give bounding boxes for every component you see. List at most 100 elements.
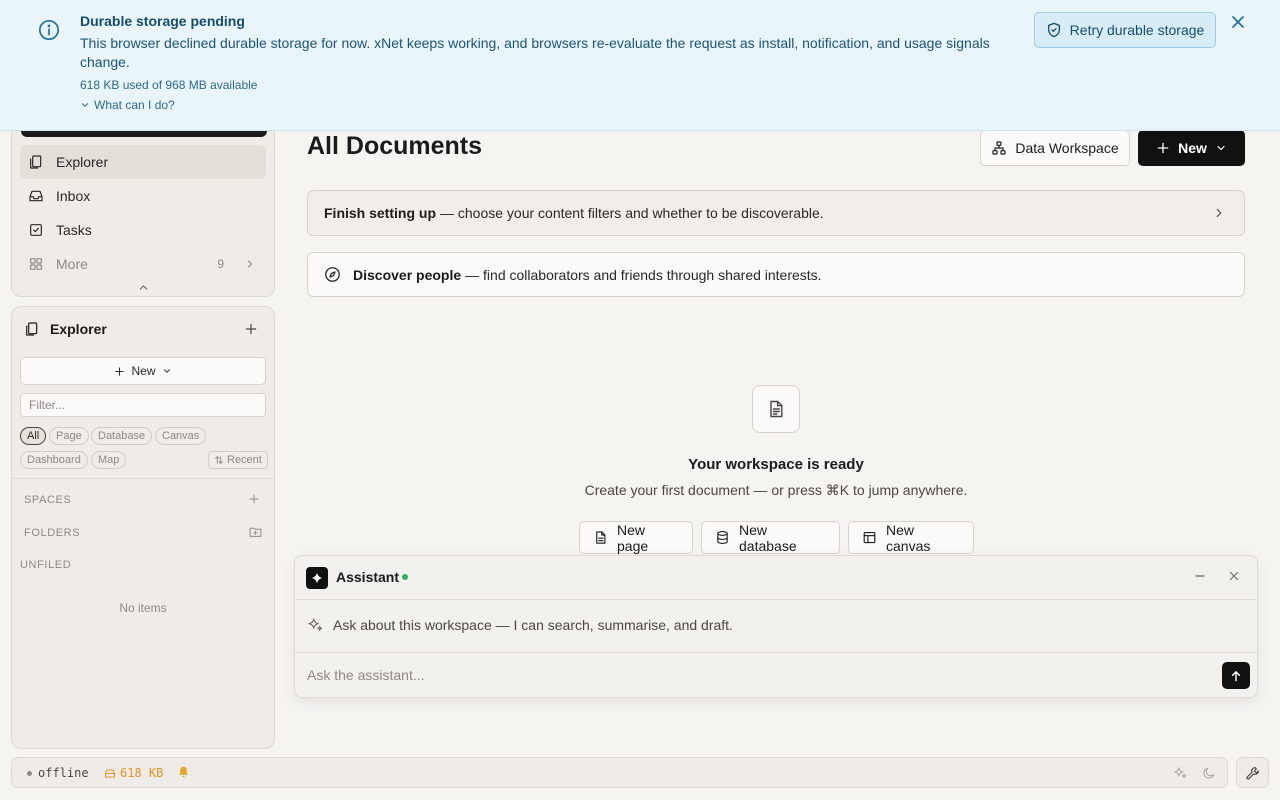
assistant-hint: Ask about this workspace — I can search,… [307, 617, 733, 633]
close-icon[interactable] [1227, 569, 1241, 583]
sort-label: Recent [227, 454, 262, 466]
filter-chip-page[interactable]: Page [49, 427, 89, 445]
explorer-filter-input[interactable] [20, 393, 266, 417]
page-title: All Documents [307, 132, 483, 160]
divider [12, 478, 274, 479]
divider [295, 599, 1257, 600]
discover-people-card[interactable]: Discover people — find collaborators and … [307, 252, 1245, 297]
new-label: New [1178, 140, 1207, 156]
filter-chip-dashboard[interactable]: Dashboard [20, 451, 88, 469]
explorer-header: Explorer [24, 321, 107, 337]
discover-text: — find collaborators and friends through… [465, 266, 822, 283]
filter-chip-all[interactable]: All [20, 427, 47, 445]
storage-banner: Durable storage pending This browser dec… [0, 0, 1280, 131]
send-button[interactable] [1222, 662, 1250, 689]
setup-title: Finish setting up [324, 205, 436, 221]
moon-icon[interactable] [1202, 766, 1216, 780]
retry-storage-button[interactable]: Retry durable storage [1034, 12, 1216, 48]
section-unfiled: UNFILED [20, 559, 72, 571]
file-stack-icon [24, 321, 40, 337]
bell-icon[interactable] [177, 765, 190, 779]
help-link: What can I do? [94, 98, 175, 112]
close-icon[interactable] [1228, 12, 1248, 32]
grid-icon [28, 256, 44, 272]
database-icon [715, 530, 730, 545]
banner-message: This browser declined durable storage fo… [80, 35, 990, 70]
sidebar-item-inbox[interactable]: Inbox [20, 179, 266, 213]
plus-icon[interactable] [248, 493, 260, 505]
sidebar-item-label: Explorer [56, 154, 109, 170]
chevron-right-icon [1212, 206, 1226, 220]
empty-state-title: Your workspace is ready [688, 456, 864, 473]
chevron-down-icon [1215, 142, 1227, 154]
storage-indicator[interactable]: 618 KB [104, 766, 163, 780]
chevron-down-icon [162, 366, 172, 376]
help-toggle[interactable]: What can I do? [80, 98, 175, 112]
minimize-icon[interactable] [1193, 569, 1207, 583]
storage-usage: 618 KB used of 968 MB available [80, 78, 258, 92]
sparkles-icon [307, 617, 323, 633]
filter-chip-database[interactable]: Database [91, 427, 153, 445]
arrow-up-icon [1229, 669, 1243, 683]
assistant-title: Assistant [336, 569, 400, 585]
info-icon [38, 19, 60, 41]
divider [295, 652, 1257, 653]
checkbox-icon [28, 222, 44, 238]
sort-recent-button[interactable]: Recent [208, 451, 268, 469]
sidebar-item-tasks[interactable]: Tasks [20, 213, 266, 247]
assistant-panel: Assistant Ask about this workspace — I c… [294, 555, 1258, 698]
finish-setup-card[interactable]: Finish setting up — choose your content … [307, 190, 1245, 236]
assistant-hint-text: Ask about this workspace — I can search,… [333, 617, 733, 633]
sidebar-item-label: More [56, 256, 88, 272]
new-database-label: New database [739, 521, 797, 554]
sidebar-item-label: Inbox [56, 188, 91, 204]
shield-check-icon [1046, 22, 1062, 38]
status-bar: offline 618 KB [11, 757, 1228, 788]
section-spaces: SPACES [24, 494, 72, 506]
sort-icon [214, 455, 224, 465]
plus-icon[interactable] [243, 321, 259, 337]
storage-size: 618 KB [120, 766, 164, 780]
file-icon [593, 530, 608, 545]
filter-chip-map[interactable]: Map [91, 451, 127, 469]
new-page-label: New page [617, 521, 649, 554]
new-page-button[interactable]: New page [579, 521, 693, 554]
storage-icon [104, 768, 116, 779]
folder-plus-icon[interactable] [249, 526, 262, 538]
new-document-button[interactable]: New [1138, 130, 1245, 166]
explorer-new-label: New [131, 364, 156, 378]
file-stack-icon [28, 154, 44, 170]
filter-chip-canvas[interactable]: Canvas [155, 427, 207, 445]
banner-title: Durable storage pending [80, 13, 245, 29]
new-canvas-button[interactable]: New canvas [848, 521, 974, 554]
setup-text: — choose your content filters and whethe… [440, 205, 824, 221]
chevron-down-icon [80, 100, 90, 110]
sidebar-item-more[interactable]: More 9 [20, 247, 266, 281]
sparkle-icon [306, 567, 328, 589]
retry-label: Retry durable storage [1069, 22, 1205, 38]
section-folders: FOLDERS [24, 527, 81, 539]
plus-icon [1156, 141, 1170, 155]
more-count: 9 [217, 257, 224, 271]
online-status-dot [402, 574, 408, 580]
data-workspace-button[interactable]: Data Workspace [980, 130, 1130, 166]
chevron-up-icon[interactable] [137, 281, 150, 294]
explorer-title: Explorer [50, 321, 107, 337]
inbox-icon [28, 188, 44, 204]
assistant-input[interactable] [307, 664, 1207, 686]
explorer-panel: Explorer New All Page Database Canvas Da… [11, 306, 275, 749]
connection-status: offline [38, 766, 89, 780]
wrench-icon[interactable] [1236, 757, 1269, 788]
compass-icon [324, 266, 341, 283]
sidebar-item-explorer[interactable]: Explorer [20, 145, 266, 179]
hierarchy-icon [991, 140, 1007, 156]
sidebar-item-label: Tasks [56, 222, 92, 238]
sparkles-icon[interactable] [1173, 766, 1187, 780]
document-icon [752, 385, 800, 433]
data-workspace-label: Data Workspace [1015, 140, 1119, 156]
connection-dot [27, 771, 32, 776]
empty-state-subtitle: Create your first document — or press ⌘K… [584, 482, 968, 498]
explorer-new-button[interactable]: New [20, 357, 266, 385]
new-database-button[interactable]: New database [701, 521, 840, 554]
empty-list-text: No items [119, 601, 167, 615]
